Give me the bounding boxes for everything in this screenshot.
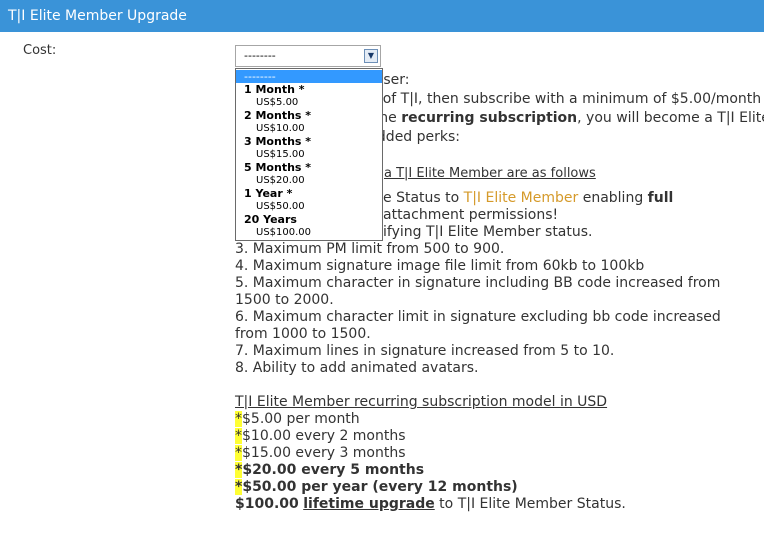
perk-item-5b: 1500 to 2000. bbox=[235, 292, 334, 308]
page-title-bar: T|I Elite Member Upgrade bbox=[0, 0, 764, 32]
subscription-row: *$15.00 every 3 months bbox=[235, 445, 406, 461]
dropdown-group-label: 3 Months * bbox=[244, 135, 312, 148]
perk-item-7: 7. Maximum lines in signature increased … bbox=[235, 343, 615, 359]
perk-item-5a: 5. Maximum character in signature includ… bbox=[235, 275, 721, 291]
subscription-row: *$20.00 every 5 months bbox=[235, 462, 425, 478]
intro-line-3: th the recurring subscription, you will … bbox=[355, 110, 764, 126]
subscription-row: *$50.00 per year (every 12 months) bbox=[235, 479, 518, 495]
intro-line-2: ber of T|I, then subscribe with a minimu… bbox=[355, 91, 762, 107]
subscription-heading: T|I Elite Member recurring subscription … bbox=[235, 394, 608, 410]
dropdown-group-label: 2 Months * bbox=[244, 109, 312, 122]
perk-item-3: 3. Maximum PM limit from 500 to 900. bbox=[235, 241, 505, 257]
cost-dropdown-list[interactable]: -------- 1 Month * US$5.00 2 Months * US… bbox=[235, 68, 383, 241]
page-title: T|I Elite Member Upgrade bbox=[8, 8, 187, 24]
dropdown-option[interactable]: US$5.00 bbox=[256, 97, 402, 108]
dropdown-option[interactable]: US$20.00 bbox=[256, 175, 402, 186]
lifetime-row: $100.00 lifetime upgrade to T|I Elite Me… bbox=[235, 496, 626, 512]
dropdown-group-label: 20 Years bbox=[244, 213, 297, 226]
perk-item-1: e Status to T|I Elite Member enabling fu… bbox=[383, 190, 674, 206]
perks-heading: a T|I Elite Member are as follows bbox=[384, 166, 596, 181]
dropdown-option[interactable]: US$100.00 bbox=[256, 227, 402, 238]
cost-label: Cost: bbox=[23, 43, 57, 58]
perk-item-6a: 6. Maximum character limit in signature … bbox=[235, 309, 721, 325]
dropdown-option[interactable]: US$50.00 bbox=[256, 201, 402, 212]
dropdown-option[interactable]: US$10.00 bbox=[256, 123, 402, 134]
lifetime-upgrade-link[interactable]: lifetime upgrade bbox=[303, 496, 435, 512]
subscription-row: *$5.00 per month bbox=[235, 411, 360, 427]
perk-item-1-cont: attachment permissions! bbox=[383, 207, 559, 223]
perk-item-8: 8. Ability to add animated avatars. bbox=[235, 360, 479, 376]
cost-select-value: -------- bbox=[244, 49, 276, 62]
chevron-down-icon[interactable]: ▼ bbox=[364, 49, 378, 63]
perk-item-6b: from 1000 to 1500. bbox=[235, 326, 371, 342]
subscription-row: *$10.00 every 2 months bbox=[235, 428, 406, 444]
perk-item-2: ifying T|I Elite Member status. bbox=[383, 224, 593, 240]
dropdown-option[interactable]: US$15.00 bbox=[256, 149, 402, 160]
dropdown-group-label: 1 Month * bbox=[244, 83, 305, 96]
dropdown-option-placeholder[interactable]: -------- bbox=[236, 70, 382, 83]
cost-select[interactable]: -------- ▼ bbox=[235, 45, 381, 67]
dropdown-group-label: 5 Months * bbox=[244, 161, 312, 174]
dropdown-group-label: 1 Year * bbox=[244, 187, 293, 200]
perk-item-4: 4. Maximum signature image file limit fr… bbox=[235, 258, 645, 274]
